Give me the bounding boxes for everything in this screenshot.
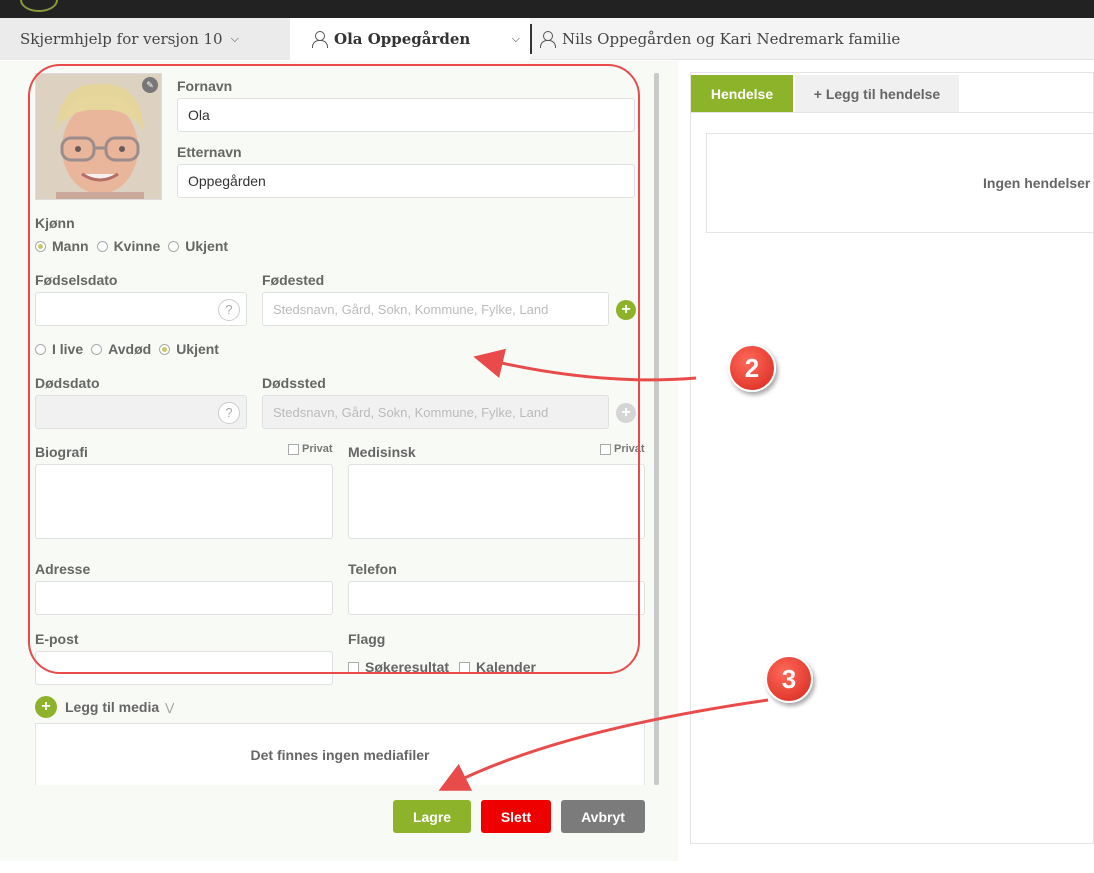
- help-icon: ?: [218, 402, 240, 424]
- gender-label: Kjønn: [35, 215, 75, 231]
- tab-add-event[interactable]: + Legg til hendelse: [795, 75, 959, 112]
- flags-group: Søkeresultat Kalender: [348, 659, 536, 675]
- alive-radio-group: I live Avdød Ukjent: [35, 341, 227, 357]
- family-icon: [540, 31, 556, 48]
- events-panel: Hendelse + Legg til hendelse Ingen hende…: [690, 72, 1094, 844]
- birth-place-label: Fødested: [262, 272, 325, 288]
- gender-option-female[interactable]: Kvinne: [96, 238, 160, 254]
- radio-icon: [168, 240, 180, 252]
- delete-button[interactable]: Slett: [481, 800, 551, 833]
- help-dropdown[interactable]: Skjermhjelp for versjon 10 ⌵: [0, 18, 290, 60]
- email-input[interactable]: [35, 651, 333, 685]
- checkbox-icon: [600, 443, 611, 455]
- death-date-label: Dødsdato: [35, 375, 100, 391]
- death-place-input: Stedsnavn, Gård, Sokn, Kommune, Fylke, L…: [262, 395, 609, 429]
- last-name-input[interactable]: Oppegården: [177, 164, 635, 198]
- checkbox-icon: [348, 661, 359, 673]
- add-birth-place-icon[interactable]: +: [616, 300, 636, 320]
- add-death-place-icon: +: [616, 403, 636, 423]
- medical-private-checkbox[interactable]: Privat: [600, 443, 645, 455]
- family-label: Nils Oppegården og Kari Nedremark famili…: [562, 30, 901, 48]
- first-name-input[interactable]: Ola: [177, 98, 635, 132]
- events-empty-box: Ingen hendelser t: [706, 133, 1094, 233]
- biography-textarea[interactable]: [35, 464, 333, 539]
- flag-search-checkbox[interactable]: Søkeresultat: [348, 659, 449, 675]
- annotation-badge-3: 3: [765, 655, 813, 703]
- annotation-badge-2: 2: [728, 344, 776, 392]
- gender-option-male[interactable]: Mann: [35, 238, 89, 254]
- alive-option-alive[interactable]: I live: [35, 341, 83, 357]
- app-logo-icon[interactable]: [20, 0, 58, 12]
- help-dropdown-label: Skjermhjelp for versjon 10: [20, 30, 223, 48]
- death-place-label: Dødssted: [262, 375, 326, 391]
- radio-icon: [35, 343, 46, 355]
- flags-label: Flagg: [348, 631, 386, 647]
- address-label: Adresse: [35, 561, 91, 577]
- checkbox-icon: [459, 661, 471, 673]
- help-icon[interactable]: ?: [218, 299, 240, 321]
- alive-option-unknown[interactable]: Ukjent: [159, 341, 219, 357]
- radio-icon: [91, 343, 103, 355]
- person-dropdown[interactable]: Ola Oppegården ⌵: [290, 18, 530, 60]
- top-bar: [0, 0, 1094, 18]
- alive-option-deceased[interactable]: Avdød: [91, 341, 151, 357]
- chevron-down-icon: ⋁: [165, 701, 175, 714]
- birth-date-label: Fødselsdato: [35, 272, 118, 288]
- save-button[interactable]: Lagre: [393, 800, 471, 833]
- email-label: E-post: [35, 631, 79, 647]
- radio-icon: [159, 343, 171, 355]
- phone-label: Telefon: [348, 561, 397, 577]
- birth-date-input[interactable]: ?: [35, 292, 247, 326]
- biography-label: Biografi: [35, 444, 88, 460]
- biography-private-checkbox[interactable]: Privat: [288, 443, 333, 455]
- address-input[interactable]: [35, 581, 333, 615]
- radio-icon: [35, 240, 46, 252]
- last-name-label: Etternavn: [177, 144, 242, 160]
- medical-textarea[interactable]: [348, 464, 645, 539]
- events-tabs: Hendelse + Legg til hendelse: [691, 73, 1094, 113]
- nav-bar: Skjermhjelp for versjon 10 ⌵ Ola Oppegår…: [0, 18, 1094, 60]
- gender-radio-group: Mann Kvinne Ukjent: [35, 238, 236, 254]
- portrait-image: [36, 74, 161, 199]
- person-name: Ola Oppegården: [334, 30, 471, 48]
- nav-divider: [530, 24, 532, 54]
- family-link[interactable]: Nils Oppegården og Kari Nedremark famili…: [540, 18, 900, 60]
- flag-calendar-checkbox[interactable]: Kalender: [459, 659, 536, 675]
- media-empty-text: Det finnes ingen mediafiler: [250, 746, 430, 763]
- form-scrollbar[interactable]: [654, 73, 659, 785]
- pencil-icon[interactable]: ✎: [142, 77, 158, 93]
- chevron-down-icon: ⌵: [230, 32, 239, 45]
- medical-label: Medisinsk: [348, 444, 416, 460]
- profile-photo[interactable]: ✎: [35, 73, 162, 200]
- user-icon: [312, 31, 328, 48]
- chevron-down-icon: ⌵: [511, 32, 520, 45]
- radio-icon: [96, 240, 108, 252]
- first-name-label: Fornavn: [177, 78, 233, 94]
- checkbox-icon: [288, 443, 299, 455]
- tab-events[interactable]: Hendelse: [691, 75, 793, 112]
- add-media-button[interactable]: + Legg til media ⋁: [35, 696, 174, 718]
- plus-icon: +: [35, 696, 57, 718]
- events-empty-text: Ingen hendelser t: [983, 175, 1094, 191]
- gender-option-unknown[interactable]: Ukjent: [168, 238, 228, 254]
- media-list: Det finnes ingen mediafiler: [35, 723, 645, 785]
- cancel-button[interactable]: Avbryt: [561, 800, 645, 833]
- death-date-input: ?: [35, 395, 247, 429]
- birth-place-input[interactable]: Stedsnavn, Gård, Sokn, Kommune, Fylke, L…: [262, 292, 609, 326]
- phone-input[interactable]: [348, 581, 645, 615]
